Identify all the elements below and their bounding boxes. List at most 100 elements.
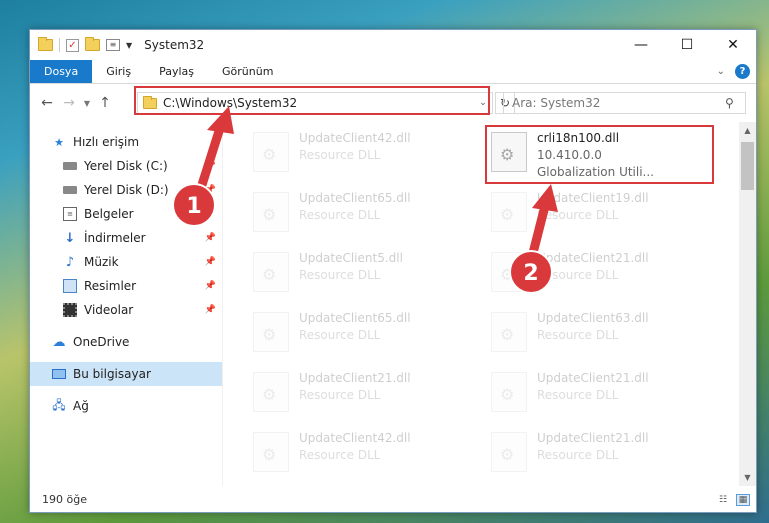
nav-label: OneDrive [73,335,130,349]
nav-label: Bu bilgisayar [73,367,151,381]
pin-icon: 📌 [204,209,216,219]
scroll-thumb[interactable] [741,142,754,190]
file-name: UpdateClient63.dll [537,311,649,325]
nav-label: Belgeler [84,207,134,221]
item-count: 190 öğe [42,492,87,506]
video-icon [63,303,77,317]
file-name: UpdateClient21.dll [537,371,649,385]
file-name: UpdateClient21.dll [299,371,411,385]
nav-documents[interactable]: ≡ Belgeler 📌 [30,202,222,226]
properties-icon[interactable]: ≡ [106,39,120,51]
nav-label: Yerel Disk (D:) [84,183,169,197]
ribbon-right: ⌄ ? [717,64,750,79]
pin-icon: 📌 [204,161,216,171]
cloud-icon: ☁ [52,334,66,350]
file-type: Resource DLL [299,148,381,162]
nav-label: Yerel Disk (C:) [84,159,168,173]
file-name: UpdateClient19.dll [537,191,649,205]
vertical-scrollbar[interactable]: ▲ ▼ [739,122,756,486]
file-type: Resource DLL [299,208,381,222]
file-name: UpdateClient65.dll [299,191,411,205]
file-item[interactable]: UpdateClient65.dll Resource DLL [253,304,483,360]
search-box[interactable]: Ara: System32 ⚲ [503,92,746,114]
tab-paylas[interactable]: Paylaş [145,60,208,83]
expand-ribbon-chevron-icon[interactable]: ⌄ [717,66,725,77]
nav-pictures[interactable]: Resimler 📌 [30,274,222,298]
file-highlight-box [485,125,714,184]
document-icon: ≡ [63,207,77,221]
view-toggle: ☷ ▦ [716,494,750,506]
tab-giris[interactable]: Giriş [92,60,145,83]
search-input[interactable]: Ara: System32 [512,96,725,110]
tiles-view-icon[interactable]: ▦ [736,494,750,506]
pin-icon: 📌 [204,185,216,195]
nav-downloads[interactable]: ↓ İndirmeler 📌 [30,226,222,250]
nav-label: Videolar [84,303,134,317]
back-arrow-icon[interactable]: ← [36,95,58,111]
file-item[interactable]: UpdateClient42.dll Resource DLL [253,124,483,180]
file-name: UpdateClient5.dll [299,251,403,265]
file-type: Resource DLL [537,268,619,282]
nav-label: Resimler [84,279,137,293]
dll-file-icon [253,312,289,352]
ribbon-tabs: Dosya Giriş Paylaş Görünüm ⌄ ? [30,60,756,84]
nav-label: Ağ [73,399,89,413]
file-item[interactable]: UpdateClient21.dll Resource DLL [491,244,721,300]
nav-label: İndirmeler [84,231,146,245]
forward-arrow-icon[interactable]: → [58,95,80,111]
nav-local-disk-d[interactable]: Yerel Disk (D:) 📌 [30,178,222,202]
navigation-pane: ★ Hızlı erişim Yerel Disk (C:) 📌 Yerel D… [30,122,223,486]
up-arrow-icon[interactable]: ↑ [94,95,116,111]
file-item[interactable]: UpdateClient42.dll Resource DLL [253,424,483,480]
pin-icon: 📌 [204,281,216,291]
minimize-button[interactable]: — [618,30,664,60]
file-type: Resource DLL [299,268,381,282]
divider [59,38,60,52]
pin-icon: 📌 [204,305,216,315]
properties-check-icon[interactable]: ✓ [66,38,79,52]
nav-this-pc[interactable]: Bu bilgisayar [30,362,222,386]
customize-dropdown-icon[interactable]: ▼ [126,41,132,50]
maximize-button[interactable]: ☐ [664,30,710,60]
file-item[interactable]: UpdateClient63.dll Resource DLL [491,304,721,360]
pin-icon: 📌 [204,257,216,267]
scroll-up-icon[interactable]: ▲ [739,122,756,139]
dll-file-icon [491,432,527,472]
tab-gorunum[interactable]: Görünüm [208,60,287,83]
file-item[interactable]: UpdateClient21.dll Resource DLL [491,424,721,480]
network-icon: 🖧 [52,397,66,412]
search-icon[interactable]: ⚲ [725,96,745,110]
nav-onedrive[interactable]: ☁ OneDrive [30,330,222,354]
music-icon: ♪ [65,254,75,270]
file-name: UpdateClient65.dll [299,311,411,325]
recent-locations-chevron-icon[interactable]: ▼ [80,99,94,108]
file-item[interactable]: UpdateClient21.dll Resource DLL [253,364,483,420]
tab-dosya[interactable]: Dosya [30,60,93,83]
nav-music[interactable]: ♪ Müzik 📌 [30,250,222,274]
new-folder-icon[interactable] [85,37,100,51]
scroll-down-icon[interactable]: ▼ [739,469,756,486]
file-type: Resource DLL [299,388,381,402]
file-item[interactable]: UpdateClient5.dll Resource DLL [253,244,483,300]
file-type: Resource DLL [537,388,619,402]
help-icon[interactable]: ? [735,64,750,79]
file-item[interactable]: UpdateClient21.dll Resource DLL [491,364,721,420]
nav-local-disk-c[interactable]: Yerel Disk (C:) 📌 [30,154,222,178]
dll-file-icon [253,372,289,412]
nav-quick-access[interactable]: ★ Hızlı erişim [30,130,222,154]
close-button[interactable]: ✕ [710,30,756,60]
dll-file-icon [491,312,527,352]
details-view-icon[interactable]: ☷ [716,494,730,506]
file-item[interactable]: UpdateClient19.dll Resource DLL [491,184,721,240]
nav-videos[interactable]: Videolar 📌 [30,298,222,322]
dll-file-icon [491,252,527,292]
file-type: Resource DLL [537,328,619,342]
dll-file-icon [253,132,289,172]
star-icon: ★ [54,135,64,149]
file-item[interactable]: UpdateClient65.dll Resource DLL [253,184,483,240]
window-controls: — ☐ ✕ [618,30,756,60]
status-bar: 190 öğe ☷ ▦ [30,486,756,512]
file-name: UpdateClient21.dll [537,431,649,445]
nav-network[interactable]: 🖧 Ağ [30,394,222,418]
folder-icon [38,37,53,51]
